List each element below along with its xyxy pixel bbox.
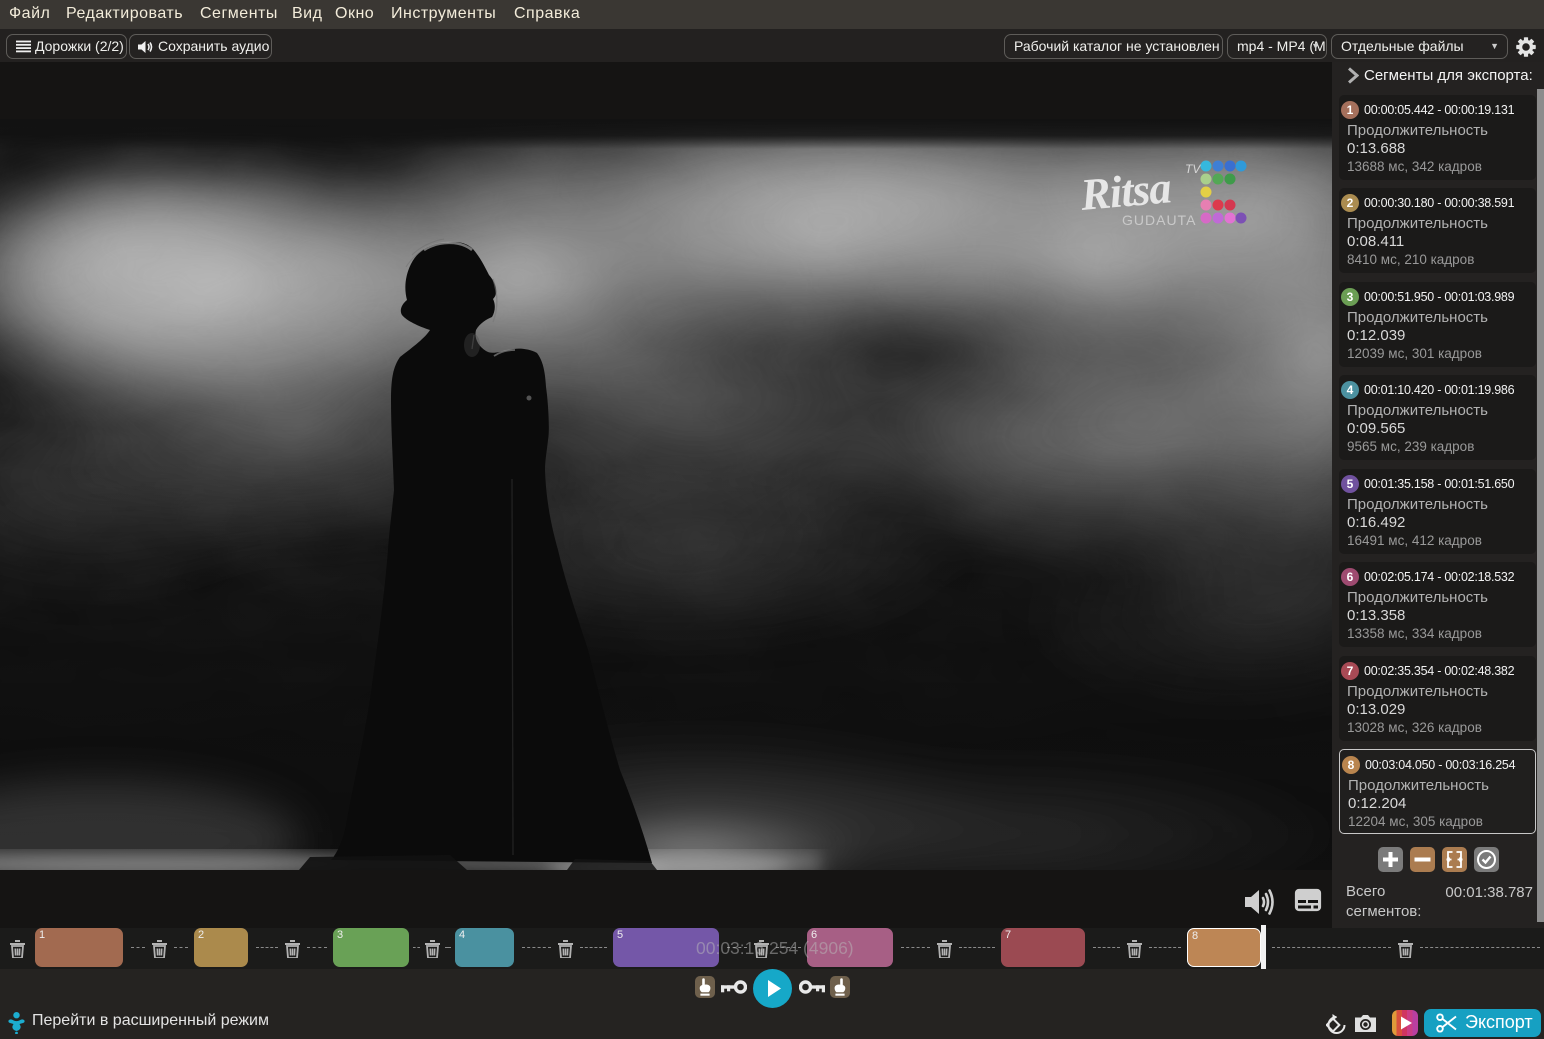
svg-text:GUDAUTA: GUDAUTA xyxy=(1122,212,1196,228)
svg-text:TV: TV xyxy=(1185,162,1201,176)
